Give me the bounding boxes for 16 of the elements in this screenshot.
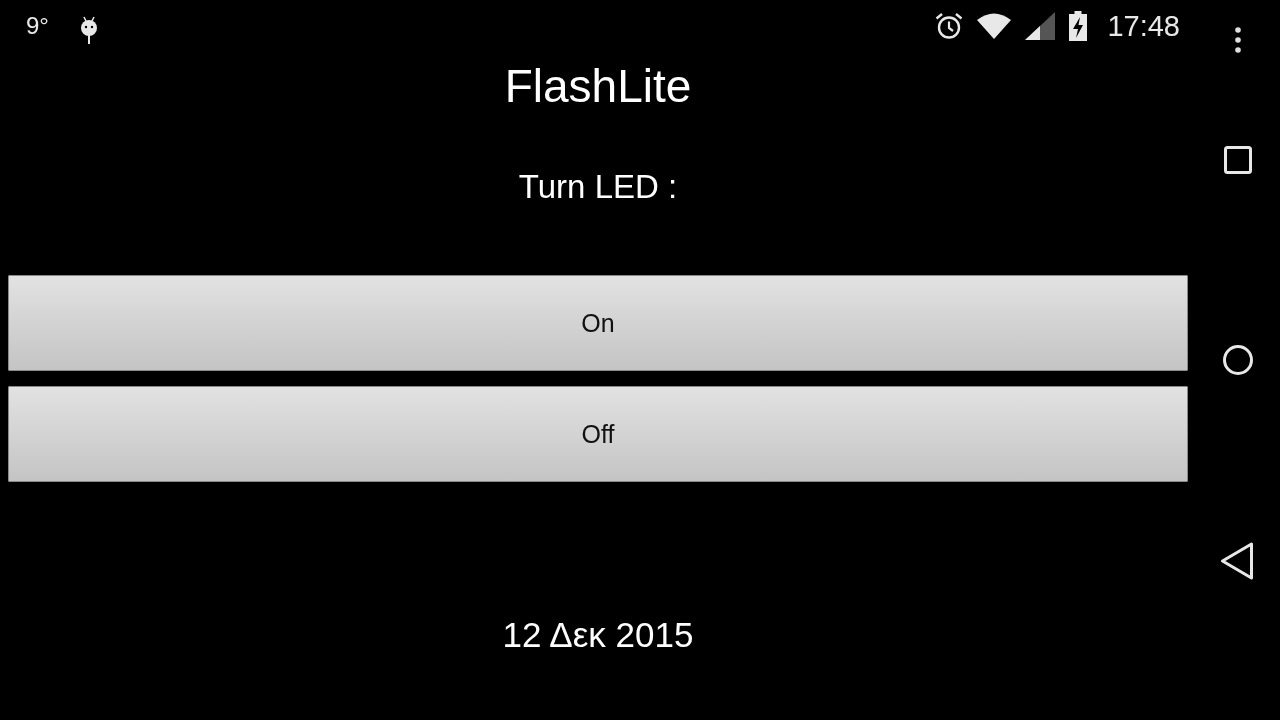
app-title: FlashLite <box>504 59 692 114</box>
back-icon[interactable] <box>1220 542 1254 580</box>
android-robot-icon <box>78 16 99 44</box>
wifi-icon <box>977 13 1012 39</box>
battery-charging-icon <box>1069 11 1088 41</box>
led-toggle-button[interactable]: Off <box>8 386 1188 482</box>
prompt-label: Turn LED : <box>518 167 678 207</box>
recent-apps-icon[interactable] <box>1224 146 1252 174</box>
clock-time: 17:48 <box>1107 9 1180 43</box>
led-toggle-button[interactable]: On <box>8 275 1188 371</box>
temperature-text: 9° <box>26 12 49 40</box>
date-text: 12 Δεκ 2015 <box>502 614 694 656</box>
home-icon[interactable] <box>1223 345 1253 375</box>
alarm-clock-icon <box>935 12 964 40</box>
cell-signal-icon <box>1025 12 1056 40</box>
overflow-menu-icon[interactable] <box>1235 25 1241 55</box>
